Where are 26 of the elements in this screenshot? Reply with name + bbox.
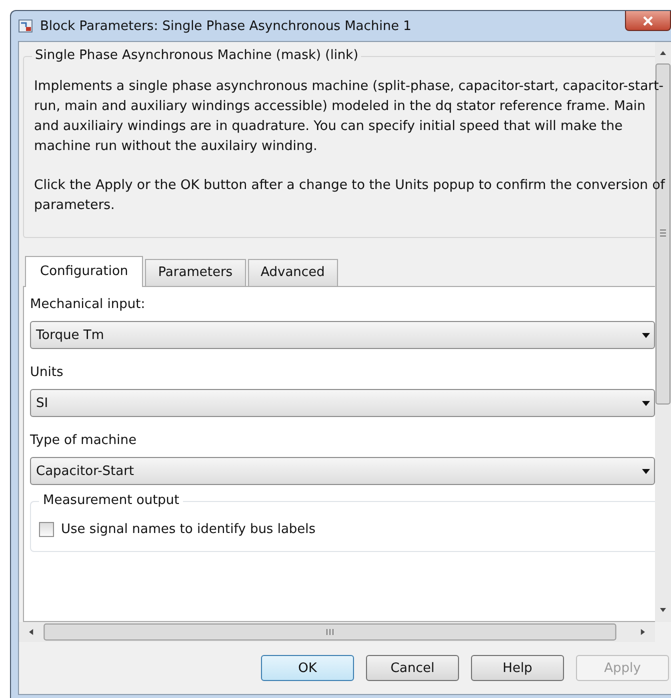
field-label: Units — [30, 364, 64, 382]
group-title: Measurement output — [39, 493, 184, 508]
horizontal-scrollbar[interactable] — [19, 622, 655, 642]
dropdown[interactable]: Capacitor-Start — [30, 457, 655, 485]
close-icon — [643, 16, 653, 26]
caret-icon — [642, 468, 650, 474]
caret-icon — [642, 400, 650, 406]
field-label: Type of machine — [30, 432, 138, 450]
app-icon — [18, 18, 34, 34]
close-button[interactable] — [625, 11, 671, 31]
group-title: Single Phase Asynchronous Machine (mask) (link) — [32, 48, 362, 63]
dropdown[interactable]: Torque Tm — [30, 321, 655, 349]
dialog-button[interactable]: OK — [261, 655, 354, 681]
tab[interactable]: Advanced — [248, 259, 338, 286]
description-text: Click the Apply or the OK button after a change to the Units popup to confirm the conversion of parameters. — [34, 177, 666, 215]
tab[interactable]: Configuration — [25, 256, 144, 287]
description-text: Implements a single phase asynchronous machine (split-phase, capacitor-start, capacitor-start-run, main and auxiliary windings accessible) modeled in the dq stator reference frame. Main and auxiliairy windings are in quadrature. You can specify initial speed that will make the machine run without the auxilairy winding. — [34, 78, 665, 156]
tab[interactable]: Parameters — [145, 259, 246, 286]
caret-icon — [642, 332, 650, 338]
window-title: Block Parameters: Single Phase Asynchronous Machine 1 — [40, 18, 412, 34]
dialog-button[interactable]: Help — [471, 655, 564, 681]
dialog-button[interactable]: Cancel — [366, 655, 459, 681]
checkbox-label: Use signal names to identify bus labels — [61, 522, 316, 537]
field-label: Mechanical input: — [30, 296, 146, 314]
dropdown[interactable]: SI — [30, 389, 655, 417]
checkbox[interactable] — [39, 522, 54, 537]
